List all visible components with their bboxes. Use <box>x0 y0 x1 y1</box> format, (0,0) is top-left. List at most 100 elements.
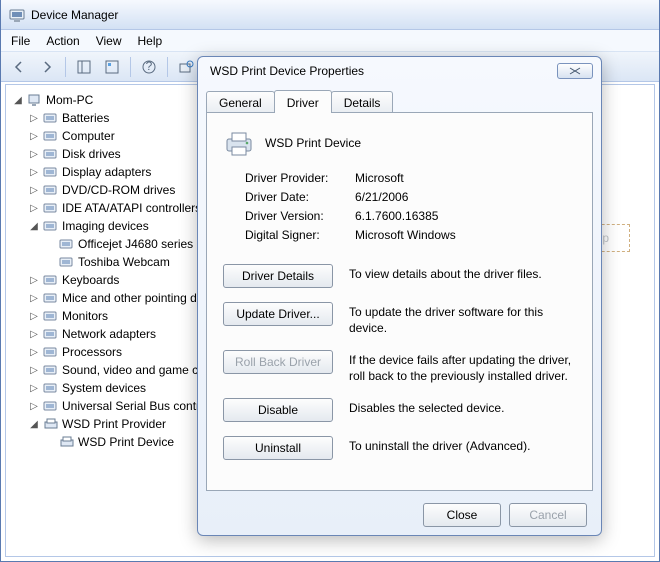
dialog-footer: Close Cancel <box>198 495 601 535</box>
tree-label: Toshiba Webcam <box>76 255 170 269</box>
device-category-icon <box>42 362 60 378</box>
device-category-icon <box>42 308 60 324</box>
titlebar[interactable]: Device Manager <box>1 0 659 30</box>
device-category-icon <box>42 200 60 216</box>
show-hide-tree-button[interactable] <box>72 55 96 79</box>
expand-toggle[interactable]: ▷ <box>26 401 42 412</box>
svg-text:?: ? <box>146 59 153 73</box>
roll-back-driver-desc: If the device fails after updating the d… <box>349 350 576 384</box>
device-category-icon <box>58 434 76 450</box>
tree-label: System devices <box>60 381 146 395</box>
tab-strip: General Driver Details <box>206 89 593 113</box>
provider-value: Microsoft <box>355 171 404 185</box>
expand-toggle[interactable]: ▷ <box>26 293 42 304</box>
expand-toggle[interactable]: ▷ <box>26 275 42 286</box>
device-category-icon <box>42 398 60 414</box>
version-value: 6.1.7600.16385 <box>355 209 438 223</box>
driver-details-desc: To view details about the driver files. <box>349 264 576 283</box>
device-name: WSD Print Device <box>265 136 361 150</box>
menu-action[interactable]: Action <box>46 34 79 48</box>
toolbar-separator <box>65 57 66 77</box>
expand-toggle[interactable]: ▷ <box>26 131 42 142</box>
tree-label: Keyboards <box>60 273 119 287</box>
device-category-icon <box>42 416 60 432</box>
tab-details[interactable]: Details <box>331 91 394 113</box>
tree-label: Imaging devices <box>60 219 149 233</box>
expand-toggle[interactable]: ◢ <box>26 221 42 232</box>
device-category-icon <box>42 290 60 306</box>
dialog-title: WSD Print Device Properties <box>210 64 364 78</box>
device-category-icon <box>58 254 76 270</box>
expand-toggle[interactable]: ◢ <box>26 419 42 430</box>
expand-toggle[interactable]: ▷ <box>26 347 42 358</box>
uninstall-desc: To uninstall the driver (Advanced). <box>349 436 576 455</box>
tree-label: Processors <box>60 345 122 359</box>
expand-toggle[interactable]: ▷ <box>26 329 42 340</box>
tree-label: Computer <box>60 129 115 143</box>
window-title: Device Manager <box>31 8 118 22</box>
device-category-icon <box>42 218 60 234</box>
tree-label: Display adapters <box>60 165 151 179</box>
menu-file[interactable]: File <box>11 34 30 48</box>
tree-label: WSD Print Device <box>76 435 174 449</box>
properties-button[interactable] <box>100 55 124 79</box>
device-category-icon <box>42 128 60 144</box>
device-category-icon <box>42 146 60 162</box>
tree-label: DVD/CD-ROM drives <box>60 183 175 197</box>
scan-hardware-button[interactable] <box>174 55 198 79</box>
provider-label: Driver Provider: <box>245 171 355 185</box>
tree-label: Disk drives <box>60 147 121 161</box>
version-label: Driver Version: <box>245 209 355 223</box>
device-category-icon <box>42 164 60 180</box>
device-category-icon <box>42 326 60 342</box>
uninstall-button[interactable]: Uninstall <box>223 436 333 460</box>
tree-label: WSD Print Provider <box>60 417 166 431</box>
update-driver-desc: To update the driver software for this d… <box>349 302 576 336</box>
help-button[interactable]: ? <box>137 55 161 79</box>
update-driver-button[interactable]: Update Driver... <box>223 302 333 326</box>
close-button[interactable]: Close <box>423 503 501 527</box>
signer-label: Digital Signer: <box>245 228 355 242</box>
tab-page-driver: WSD Print Device Driver Provider:Microso… <box>206 112 593 491</box>
expand-toggle[interactable]: ▷ <box>26 149 42 160</box>
date-value: 6/21/2006 <box>355 190 408 204</box>
menubar: File Action View Help <box>1 30 659 52</box>
expand-toggle[interactable]: ▷ <box>26 203 42 214</box>
dialog-close-button[interactable] <box>557 63 593 79</box>
expand-toggle[interactable]: ◢ <box>10 95 26 106</box>
disable-button[interactable]: Disable <box>223 398 333 422</box>
tree-label: Network adapters <box>60 327 156 341</box>
tree-label: Batteries <box>60 111 109 125</box>
dialog-titlebar[interactable]: WSD Print Device Properties <box>198 57 601 85</box>
menu-help[interactable]: Help <box>138 34 163 48</box>
device-category-icon <box>42 380 60 396</box>
device-category-icon <box>26 92 44 108</box>
expand-toggle[interactable]: ▷ <box>26 365 42 376</box>
menu-view[interactable]: View <box>96 34 122 48</box>
tree-label: Monitors <box>60 309 108 323</box>
printer-icon <box>223 127 255 159</box>
expand-toggle[interactable]: ▷ <box>26 167 42 178</box>
app-icon <box>9 7 25 23</box>
tree-label: IDE ATA/ATAPI controllers <box>60 201 201 215</box>
tree-label: Mom-PC <box>44 93 93 107</box>
properties-dialog: WSD Print Device Properties General Driv… <box>197 56 602 536</box>
toolbar-separator <box>130 57 131 77</box>
expand-toggle[interactable]: ▷ <box>26 311 42 322</box>
expand-toggle[interactable]: ▷ <box>26 185 42 196</box>
tree-label: Officejet J4680 series <box>76 237 193 251</box>
date-label: Driver Date: <box>245 190 355 204</box>
driver-details-button[interactable]: Driver Details <box>223 264 333 288</box>
roll-back-driver-button: Roll Back Driver <box>223 350 333 374</box>
device-category-icon <box>42 272 60 288</box>
disable-desc: Disables the selected device. <box>349 398 576 417</box>
expand-toggle[interactable]: ▷ <box>26 113 42 124</box>
nav-forward-button[interactable] <box>35 55 59 79</box>
toolbar-separator <box>167 57 168 77</box>
expand-toggle[interactable]: ▷ <box>26 383 42 394</box>
nav-back-button[interactable] <box>7 55 31 79</box>
tab-general[interactable]: General <box>206 91 275 113</box>
device-category-icon <box>42 344 60 360</box>
device-category-icon <box>42 182 60 198</box>
tab-driver[interactable]: Driver <box>274 90 332 113</box>
